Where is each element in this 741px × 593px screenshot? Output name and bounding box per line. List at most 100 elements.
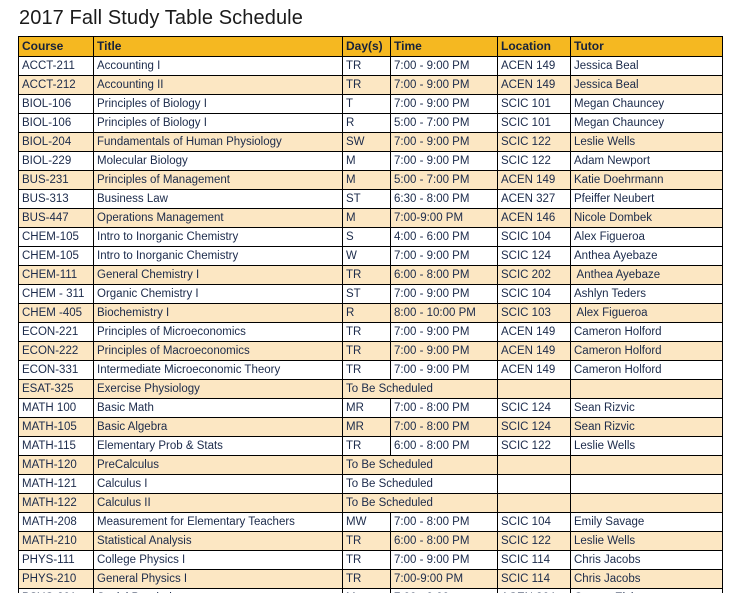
table-row[interactable]: MATH-208 Measurement for Elementary Teach… (18, 512, 723, 532)
cell-course: BIOL-229 (18, 151, 94, 171)
cell-time: 5:00 - 7:00 PM (390, 113, 498, 133)
table-row[interactable]: CHEM - 311 Organic Chemistry I ST 7:00 - 9:… (18, 284, 723, 304)
cell-tutor: Pfeiffer Neubert (570, 189, 723, 209)
cell-tutor: Chris Jacobs (570, 569, 723, 589)
cell-title: General Chemistry I (93, 265, 343, 285)
table-row[interactable]: BIOL-106 Principles of Biology I T 7:00 - 9… (18, 94, 723, 114)
cell-location: SCIC 104 (497, 227, 571, 247)
cell-tutor: Cameron Holford (570, 322, 723, 342)
cell-days: TR (342, 265, 391, 285)
cell-title: Molecular Biology (93, 151, 343, 171)
table-row[interactable]: MATH-210 Statistical Analysis TR 6:00 - 8:0… (18, 531, 723, 551)
cell-course: ECON-221 (18, 322, 94, 342)
cell-days: MR (342, 417, 391, 437)
cell-tutor: Ashlyn Teders (570, 284, 723, 304)
cell-location: ACEN 149 (497, 360, 571, 380)
cell-time: 4:00 - 6:00 PM (390, 227, 498, 247)
schedule-table-container: Course Title Day(s) Time Location Tutor … (18, 36, 723, 593)
cell-days: SW (342, 132, 391, 152)
cell-tutor: Sean Rizvic (570, 398, 723, 418)
cell-title: Calculus II (93, 493, 343, 513)
cell-days: MW (342, 512, 391, 532)
cell-days: M (342, 170, 391, 190)
cell-location: SCIC 124 (497, 246, 571, 266)
cell-time: 7:00 - 9:00 PM (390, 550, 498, 570)
cell-course: BIOL-106 (18, 94, 94, 114)
cell-course: PHYS-111 (18, 550, 94, 570)
cell-title: Basic Algebra (93, 417, 343, 437)
cell-course: ECON-331 (18, 360, 94, 380)
table-row[interactable]: MATH 100 Basic Math MR 7:00 - 8:00 PM SCIC 1… (18, 398, 723, 418)
cell-course: BUS-313 (18, 189, 94, 209)
cell-tutor: Connor Eichenauer (570, 588, 723, 593)
table-row[interactable]: MATH-120 PreCalculus To Be Scheduled (18, 455, 723, 475)
cell-time: 6:30 - 8:00 PM (390, 189, 498, 209)
table-row[interactable]: CHEM-105 Intro to Inorganic Chemistry S 4:0… (18, 227, 723, 247)
table-row[interactable]: ECON-331 Intermediate Microeconomic Theor… (18, 360, 723, 380)
cell-location: ACEN 149 (497, 341, 571, 361)
cell-course: BUS-447 (18, 208, 94, 228)
cell-tutor: Jessica Beal (570, 75, 723, 95)
cell-tutor: Jessica Beal (570, 56, 723, 76)
table-row[interactable]: BIOL-229 Molecular Biology M 7:00 - 9:00 PM… (18, 151, 723, 171)
cell-tutor (570, 493, 723, 513)
cell-to-be-scheduled: To Be Scheduled (342, 493, 498, 513)
table-row[interactable]: ACCT-211 Accounting I TR 7:00 - 9:00 PM ACEN… (18, 56, 723, 76)
table-row[interactable]: MATH-122 Calculus II To Be Scheduled (18, 493, 723, 513)
cell-title: Operations Management (93, 208, 343, 228)
cell-days: TR (342, 341, 391, 361)
column-header-days[interactable]: Day(s) (342, 36, 391, 57)
cell-tutor: Leslie Wells (570, 531, 723, 551)
table-row[interactable]: ESAT-325 Exercise Physiology To Be Schedul… (18, 379, 723, 399)
cell-course: CHEM - 311 (18, 284, 94, 304)
cell-time: 6:00 - 8:00 PM (390, 531, 498, 551)
cell-tutor: Cameron Holford (570, 341, 723, 361)
table-row[interactable]: BUS-231 Principles of Management M 5:00 - 7… (18, 170, 723, 190)
cell-title: Calculus I (93, 474, 343, 494)
table-row[interactable]: PSYC-201Social PsychologyM7:00 - 9:00ACE… (18, 588, 723, 593)
column-header-course[interactable]: Course (18, 36, 94, 57)
table-row[interactable]: ACCT-212 Accounting II TR 7:00 - 9:00 PM ACE… (18, 75, 723, 95)
cell-course: CHEM-111 (18, 265, 94, 285)
cell-course: MATH-115 (18, 436, 94, 456)
schedule-table: Course Title Day(s) Time Location Tutor … (18, 36, 723, 593)
column-header-title[interactable]: Title (93, 36, 343, 57)
column-header-time[interactable]: Time (390, 36, 498, 57)
cell-tutor: Leslie Wells (570, 436, 723, 456)
cell-days: T (342, 94, 391, 114)
table-row[interactable]: ECON-221 Principles of Microeconomics TR 7:… (18, 322, 723, 342)
cell-title: College Physics I (93, 550, 343, 570)
cell-title: Principles of Management (93, 170, 343, 190)
cell-title: Principles of Macroeconomics (93, 341, 343, 361)
cell-tutor: Sean Rizvic (570, 417, 723, 437)
cell-location: SCIC 104 (497, 284, 571, 304)
cell-title: Principles of Biology I (93, 94, 343, 114)
cell-title: Biochemistry I (93, 303, 343, 323)
table-row[interactable]: BIOL-106 Principles of Biology I R 5:00 - 7… (18, 113, 723, 133)
table-row[interactable]: PHYS-111 College Physics I TR 7:00 - 9:00 P… (18, 550, 723, 570)
table-row[interactable]: MATH-121 Calculus I To Be Scheduled (18, 474, 723, 494)
table-row[interactable]: BIOL-204 Fundamentals of Human Physiology… (18, 132, 723, 152)
cell-time: 8:00 - 10:00 PM (390, 303, 498, 323)
cell-tutor (570, 379, 723, 399)
table-row[interactable]: CHEM -405 Biochemistry I R 8:00 - 10:00 PM S… (18, 303, 723, 323)
cell-location (497, 379, 571, 399)
table-row[interactable]: CHEM-105 Intro to Inorganic Chemistry W 7:0… (18, 246, 723, 266)
table-row[interactable]: CHEM-111 General Chemistry I TR 6:00 - 8:00… (18, 265, 723, 285)
cell-time: 7:00 - 9:00 PM (390, 75, 498, 95)
cell-course: CHEM -405 (18, 303, 94, 323)
table-row[interactable]: ECON-222 Principles of Macroeconomics TR 7:… (18, 341, 723, 361)
column-header-tutor[interactable]: Tutor (570, 36, 723, 57)
cell-days: TR (342, 75, 391, 95)
table-row[interactable]: BUS-447 Operations Management M 7:00-9:00 P… (18, 208, 723, 228)
table-row[interactable]: BUS-313 Business Law ST 6:30 - 8:00 PM ACEN … (18, 189, 723, 209)
cell-days: R (342, 113, 391, 133)
cell-title: Statistical Analysis (93, 531, 343, 551)
column-header-location[interactable]: Location (497, 36, 571, 57)
table-row[interactable]: PHYS-210 General Physics I TR 7:00-9:00 PM S… (18, 569, 723, 589)
table-row[interactable]: MATH-105 Basic Algebra MR 7:00 - 8:00 PM SCI… (18, 417, 723, 437)
cell-location (497, 474, 571, 494)
table-row[interactable]: MATH-115 Elementary Prob & Stats TR 6:00 - … (18, 436, 723, 456)
cell-time: 7:00 - 8:00 PM (390, 417, 498, 437)
cell-course: MATH-120 (18, 455, 94, 475)
